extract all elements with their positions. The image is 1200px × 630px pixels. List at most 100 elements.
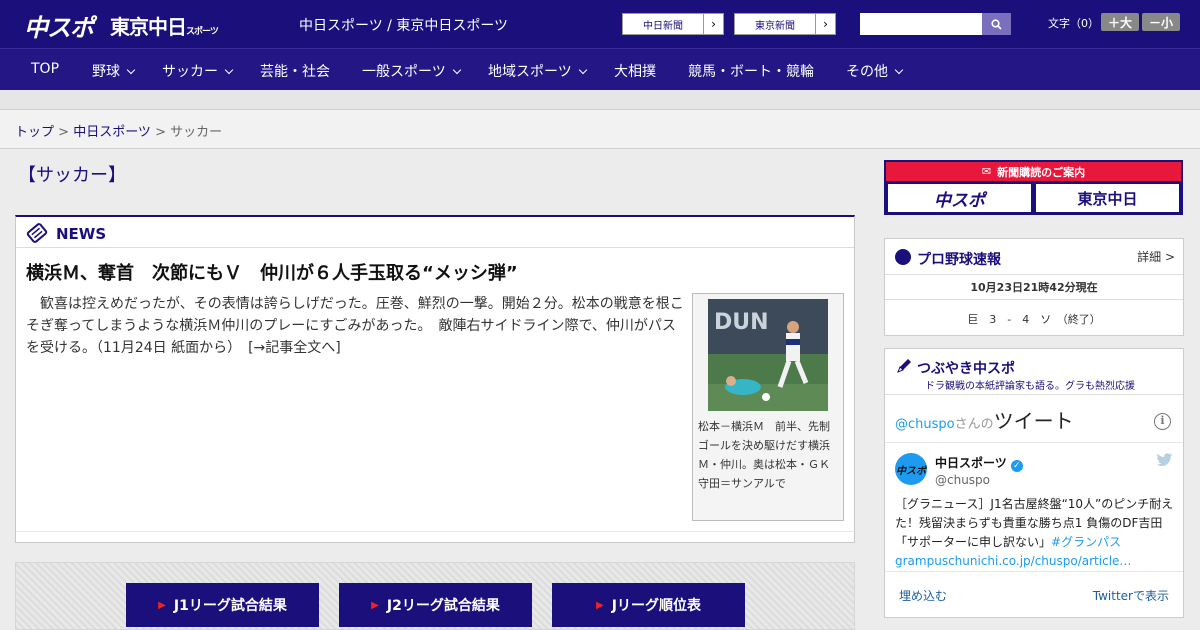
nav-local-sports[interactable]: 地域スポーツ	[488, 61, 587, 81]
chevron-right-icon: ›	[815, 14, 835, 34]
news-lead-text: 歓喜は控えめだったが、その表情は誇らしげだった。圧巻、鮮烈の一撃。開始２分。松本…	[26, 296, 684, 356]
font-larger-button[interactable]: ＋大	[1101, 13, 1139, 31]
site-names: 中日スポーツ / 東京中日スポーツ	[299, 18, 509, 34]
breadcrumb-separator: >	[150, 125, 171, 140]
nav-local-sports-label: 地域スポーツ	[488, 64, 572, 80]
jleague-bar: ▶ J1リーグ試合結果 ▶ J2リーグ試合結果 ▶ Jリーグ順位表	[15, 562, 855, 630]
embed-link[interactable]: 埋め込む	[899, 587, 947, 604]
nav-other-label: その他	[846, 64, 888, 80]
search-icon	[991, 18, 1002, 30]
subscribe-chuspo-logo: 中スポ	[888, 184, 1031, 212]
nav-soccer[interactable]: サッカー	[162, 61, 234, 81]
baseball-detail-link[interactable]: 詳細 >	[1137, 248, 1175, 265]
subscribe-tokyo-logo: 東京中日	[1036, 184, 1179, 212]
baseball-score[interactable]: 巨 3 - 4 ソ （終了）	[885, 311, 1183, 327]
search-button[interactable]	[982, 13, 1011, 35]
j2-results-button[interactable]: ▶ J2リーグ試合結果	[339, 583, 532, 627]
tokyo-chunichi-logo[interactable]: 東京中日スポーツ	[110, 11, 219, 40]
chevron-down-icon	[578, 65, 587, 75]
font-smaller-button[interactable]: －小	[1142, 13, 1180, 31]
chevron-down-icon	[224, 65, 234, 75]
news-label: NEWS	[56, 225, 107, 243]
breadcrumb-current: サッカー	[170, 125, 223, 140]
page-title: 【サッカー】	[18, 165, 126, 186]
subscription-label: 新聞購読のご案内	[997, 165, 1086, 179]
tweet-heading: ツイート	[993, 409, 1074, 433]
tweet-divider	[885, 442, 1183, 443]
tweet-subtitle: ドラ観戦の本紙評論家も語る。グラも熱烈応援	[925, 381, 1135, 392]
triangle-right-icon: ▶	[596, 599, 604, 611]
chevron-down-icon	[126, 65, 136, 75]
baseball-box: プロ野球速報 詳細 > 10月23日21時42分現在 巨 3 - 4 ソ （終了…	[884, 238, 1184, 336]
news-photo-caption: 松本－横浜Ｍ 前半、先制ゴールを決め駆けだす横浜Ｍ・仲川。奥は松本・ＧＫ守田＝サ…	[698, 420, 830, 490]
search-input[interactable]	[860, 13, 982, 35]
tweet-user-link[interactable]: @chuspo	[895, 417, 955, 432]
info-icon[interactable]: i	[1154, 413, 1171, 430]
subscription-banner[interactable]: ✉ 新聞購読のご案内 中スポ 東京中日	[884, 160, 1183, 215]
j2-results-label: J2リーグ試合結果	[386, 598, 500, 614]
avatar[interactable]: 中スポ	[895, 453, 927, 485]
triangle-right-icon: ▶	[158, 599, 166, 611]
tweet-san: さんの	[954, 417, 994, 432]
nav-soccer-label: サッカー	[162, 64, 218, 80]
nav-sumo[interactable]: 大相撲	[614, 61, 656, 81]
jleague-standings-button[interactable]: ▶ Jリーグ順位表	[552, 583, 745, 627]
triangle-right-icon: ▶	[371, 599, 379, 611]
tweet-box: つぶやき中スポ ドラ観戦の本紙評論家も語る。グラも熱烈応援 @chuspoさんの…	[884, 348, 1184, 618]
font-size-label: 文字（0）	[1048, 17, 1099, 30]
pen-icon	[897, 359, 911, 373]
nav-keiba[interactable]: 競馬・ボート・競輪	[688, 61, 814, 81]
top-header: 中スポ 東京中日スポーツ 中日スポーツ / 東京中日スポーツ 中日新聞 › 東京…	[0, 0, 1200, 48]
tweet-hashtag[interactable]: #グランパス	[1051, 535, 1121, 549]
tweet-body: ［グラニュース］J1名古屋終盤“10人”のピンチ耐えた！残留決まらずも貴重な勝ち…	[895, 497, 1174, 549]
tweet-handle[interactable]: @chuspo	[935, 473, 990, 487]
tweet-title: つぶやき中スポ	[917, 361, 1015, 377]
chunichi-shimbun-button[interactable]: 中日新聞 ›	[622, 13, 724, 35]
tweet-text: ［グラニュース］J1名古屋終盤“10人”のピンチ耐えた！残留決まらずも貴重な勝ち…	[895, 495, 1175, 571]
newspaper-icon: ✉	[981, 165, 992, 178]
twitter-bird-icon[interactable]	[1156, 453, 1173, 467]
news-photo[interactable]: DUN	[708, 299, 828, 411]
news-box: NEWS 横浜Ｍ、奪首 次節にもＶ 仲川が６人手玉取る“メッシ弾” 歓喜は控えめ…	[15, 215, 855, 543]
tweet-embed-header: @chuspoさんのツイート	[895, 405, 1074, 434]
j1-results-button[interactable]: ▶ J1リーグ試合結果	[126, 583, 319, 627]
news-header: NEWS	[16, 217, 854, 248]
breadcrumb-chunichi[interactable]: 中日スポーツ	[73, 125, 151, 140]
chuspo-logo[interactable]: 中スポ	[24, 8, 94, 43]
nav-other[interactable]: その他	[846, 61, 904, 81]
tokyo-shimbun-label: 東京新聞	[755, 20, 795, 32]
tokyo-logo-suffix: スポーツ	[186, 27, 219, 37]
nav-entertainment[interactable]: 芸能・社会	[260, 61, 330, 81]
breadcrumb-top[interactable]: トップ	[15, 125, 54, 140]
news-photo-box: DUN 松本－横浜Ｍ 前半、先制ゴールを決め駆けだす横浜Ｍ・仲川。奥は松本・ＧＫ…	[692, 293, 844, 521]
nav-general-sports-label: 一般スポーツ	[362, 64, 446, 80]
breadcrumb: トップ > 中日スポーツ > サッカー	[15, 121, 222, 140]
news-headline[interactable]: 横浜Ｍ、奪首 次節にもＶ 仲川が６人手玉取る“メッシ弾”	[26, 259, 518, 285]
jleague-standings-label: Jリーグ順位表	[611, 598, 701, 614]
chevron-down-icon	[894, 65, 904, 75]
nav-baseball[interactable]: 野球	[92, 61, 136, 81]
chevron-down-icon	[452, 65, 461, 75]
breadcrumb-separator: >	[54, 125, 74, 140]
chevron-right-icon: ›	[703, 14, 723, 34]
news-tag-icon	[26, 223, 48, 243]
baseball-timestamp: 10月23日21時42分現在	[970, 281, 1098, 294]
tweet-author[interactable]: 中日スポーツ ✓	[935, 454, 1023, 472]
baseball-title: プロ野球速報	[917, 252, 1001, 268]
main-nav: TOP 野球 サッカー 芸能・社会 一般スポーツ 地域スポーツ 大相撲 競馬・ボ…	[0, 48, 1200, 90]
baseball-divider	[885, 299, 1183, 300]
tokyo-shimbun-button[interactable]: 東京新聞 ›	[734, 13, 836, 35]
read-more-link[interactable]: [→記事全文へ]	[248, 340, 341, 356]
tweet-footer-divider	[885, 571, 1183, 572]
nav-general-sports[interactable]: 一般スポーツ	[362, 61, 461, 81]
view-on-twitter-link[interactable]: Twitterで表示	[1093, 587, 1169, 604]
j1-results-label: J1リーグ試合結果	[173, 598, 287, 614]
sub-band	[0, 90, 1200, 110]
baseball-header: プロ野球速報 詳細 >	[885, 239, 1183, 275]
subscription-title: ✉ 新聞購読のご案内	[886, 162, 1181, 181]
verified-icon: ✓	[1010, 460, 1023, 472]
tweet-link[interactable]: grampuschunichi.co.jp/chuspo/article…	[895, 554, 1131, 568]
tweet-header: つぶやき中スポ ドラ観戦の本紙評論家も語る。グラも熱烈応援	[885, 349, 1183, 395]
nav-top[interactable]: TOP	[31, 61, 59, 77]
news-lead: 歓喜は控えめだったが、その表情は誇らしげだった。圧巻、鮮烈の一撃。開始２分。松本…	[26, 293, 686, 359]
